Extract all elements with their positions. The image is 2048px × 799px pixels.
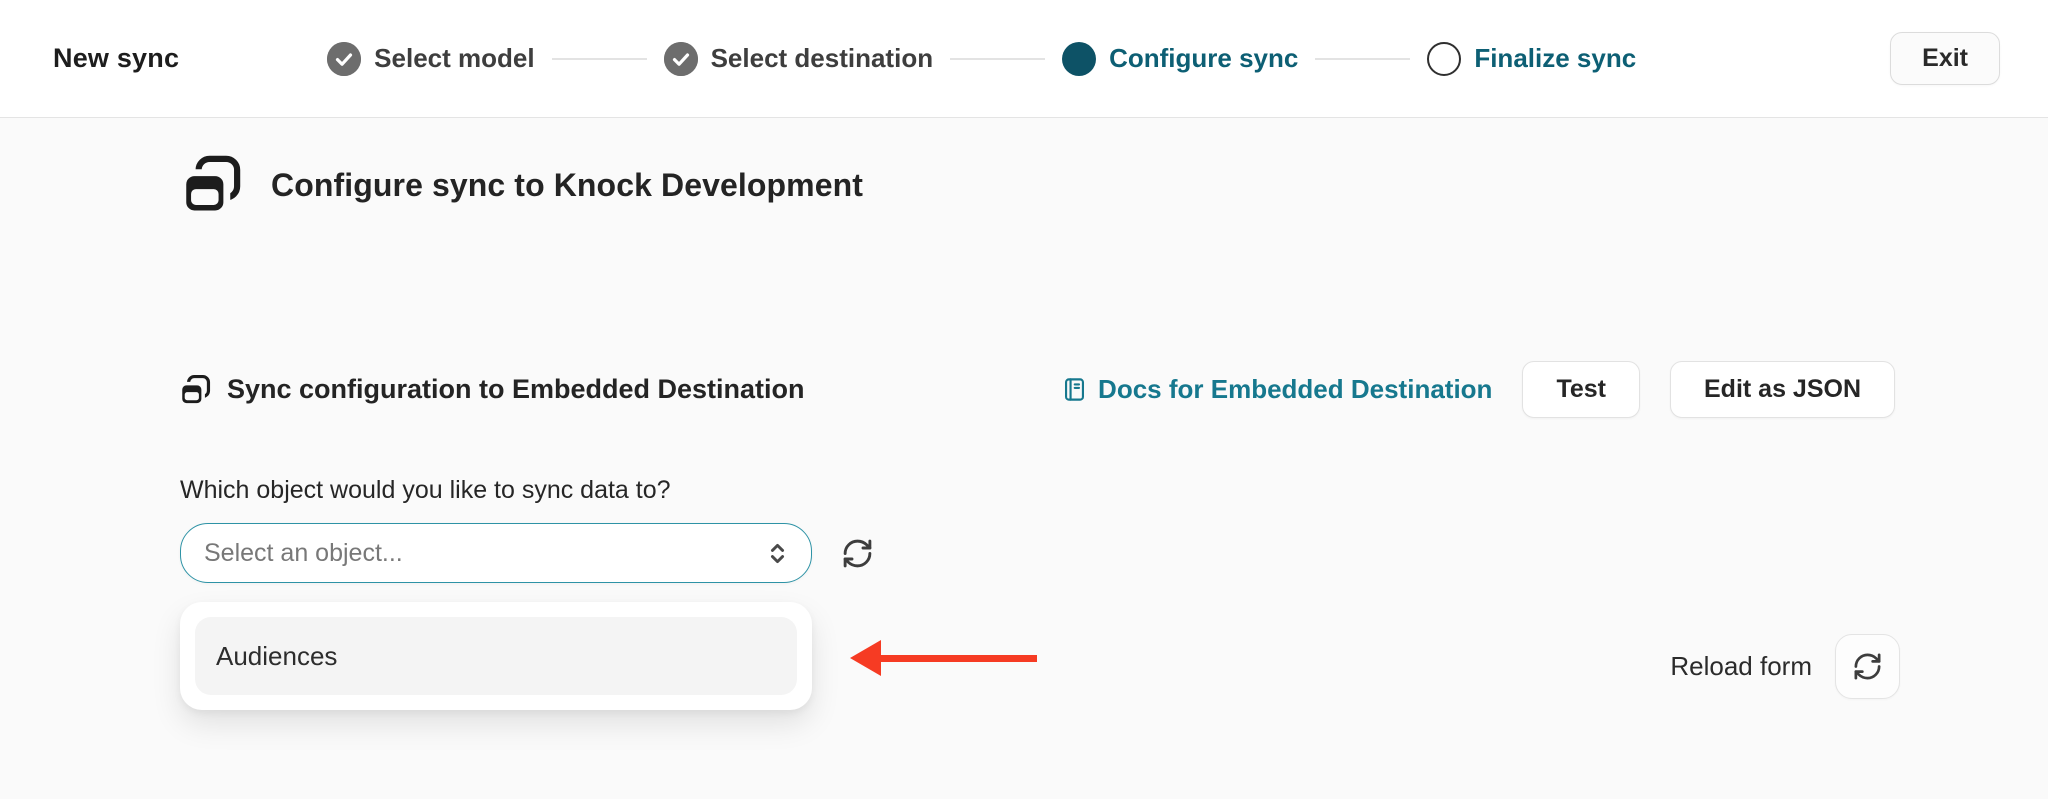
main-content: Configure sync to Knock Development Sync… xyxy=(0,119,2048,799)
step-label: Finalize sync xyxy=(1474,43,1637,73)
exit-button[interactable]: Exit xyxy=(1890,32,2000,85)
step-label: Select model xyxy=(374,43,535,73)
step-select-model[interactable]: Select model xyxy=(327,41,535,76)
red-left-arrow xyxy=(850,640,1037,676)
check-circle-icon xyxy=(663,41,698,76)
reload-form-label: Reload form xyxy=(1670,651,1812,681)
section-title-group: Sync configuration to Embedded Destinati… xyxy=(178,373,805,407)
section-heading: Sync configuration to Embedded Destinati… xyxy=(227,374,805,404)
sync-config-section-header: Sync configuration to Embedded Destinati… xyxy=(178,361,1895,418)
refresh-objects-button[interactable] xyxy=(841,537,874,570)
page-title: New sync xyxy=(53,43,180,73)
refresh-icon xyxy=(843,539,872,568)
step-select-destination[interactable]: Select destination xyxy=(663,41,934,76)
edit-as-json-button[interactable]: Edit as JSON xyxy=(1670,361,1895,418)
step-connector xyxy=(950,57,1046,60)
chevron-up-down-icon xyxy=(770,543,785,563)
refresh-icon xyxy=(1854,653,1881,680)
reload-form-button[interactable] xyxy=(1835,634,1900,699)
dropdown-option-audiences[interactable]: Audiences xyxy=(195,617,797,695)
active-step-dot-icon xyxy=(1062,41,1097,76)
docs-link-label: Docs for Embedded Destination xyxy=(1098,374,1493,404)
page-heading-row: Configure sync to Knock Development xyxy=(178,152,863,218)
sync-wizard-page: New sync Select model Select destination xyxy=(0,0,2048,799)
arrow-shaft xyxy=(881,654,1037,662)
object-dropdown-menu: Audiences xyxy=(180,602,812,710)
reload-form-group: Reload form xyxy=(1670,634,1900,699)
book-icon xyxy=(1065,378,1085,401)
step-label: Select destination xyxy=(710,43,934,73)
arrow-head xyxy=(850,640,881,676)
section-actions: Docs for Embedded Destination Test Edit … xyxy=(1061,361,1895,418)
docs-link[interactable]: Docs for Embedded Destination xyxy=(1061,374,1492,405)
step-configure-sync[interactable]: Configure sync xyxy=(1062,41,1299,76)
step-connector xyxy=(1315,57,1411,60)
step-finalize-sync[interactable]: Finalize sync xyxy=(1427,41,1637,76)
wizard-header: New sync Select model Select destination xyxy=(0,0,2048,118)
step-label: Configure sync xyxy=(1109,43,1299,73)
test-button[interactable]: Test xyxy=(1522,361,1640,418)
stepper: Select model Select destination Configur… xyxy=(327,41,1637,76)
object-question-label: Which object would you like to sync data… xyxy=(180,476,671,504)
object-select[interactable]: Select an object... xyxy=(180,523,812,583)
step-connector xyxy=(551,57,647,60)
select-placeholder: Select an object... xyxy=(204,538,403,567)
window-stack-icon xyxy=(178,373,212,407)
window-stack-icon xyxy=(178,152,244,218)
check-circle-icon xyxy=(327,41,362,76)
configure-sync-heading: Configure sync to Knock Development xyxy=(271,166,864,203)
empty-step-circle-icon xyxy=(1427,41,1462,76)
